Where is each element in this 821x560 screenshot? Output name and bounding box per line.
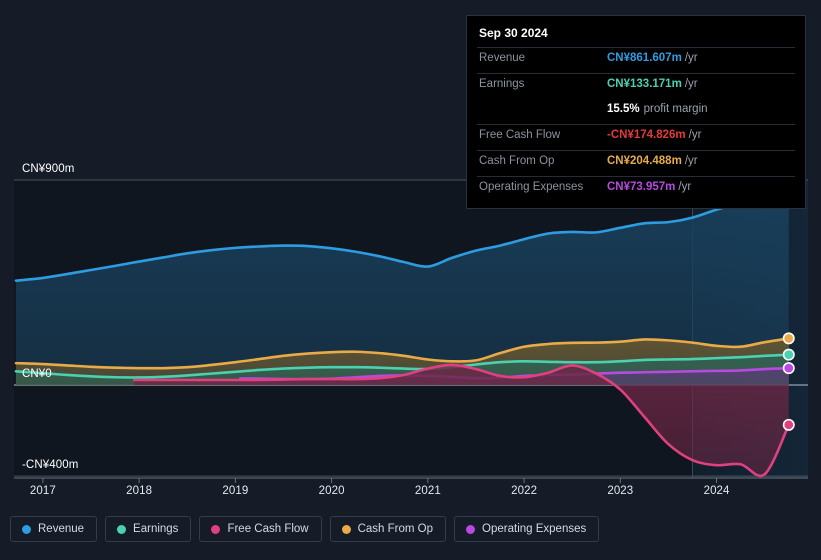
tooltip-row-unit: profit margin	[643, 103, 708, 115]
tooltip-row-value-wrap: 15.5% profit margin	[607, 103, 708, 115]
y-axis-tick-label: CN¥0	[22, 368, 52, 380]
legend-item-label: Operating Expenses	[482, 523, 587, 535]
x-axis-tick-label: 2021	[414, 485, 441, 497]
legend-color-dot-icon	[211, 524, 221, 534]
tooltip-row-unit: /yr	[684, 155, 698, 167]
tooltip-row-label: Revenue	[479, 52, 526, 64]
x-axis-tick-label: 2020	[318, 485, 345, 497]
tooltip-row-value: CN¥73.957m	[607, 181, 676, 193]
x-axis-tick-label: 2024	[703, 485, 730, 497]
endpoint-marker	[782, 418, 795, 431]
legend-color-dot-icon	[341, 524, 351, 534]
tooltip-row-value: CN¥861.607m	[607, 52, 682, 64]
tooltip-row-label: Free Cash Flow	[479, 129, 561, 141]
financial-chart-widget: CN¥900m CN¥0 -CN¥400m 2017 2018 2019 2020 2021 2…	[0, 0, 821, 560]
tooltip-row: Revenue CN¥861.607m/yr	[477, 47, 795, 73]
legend-color-dot-icon	[466, 524, 476, 534]
tooltip-row: Free Cash Flow -CN¥174.826m/yr	[477, 124, 795, 150]
x-axis-tick-label: 2018	[126, 485, 153, 497]
endpoint-marker	[782, 362, 795, 375]
tooltip-row-value: CN¥204.488m	[607, 155, 682, 167]
endpoint-marker	[782, 348, 795, 361]
y-axis-tick-label: -CN¥400m	[22, 459, 79, 472]
tooltip-row-label: Cash From Op	[479, 155, 555, 167]
tooltip-row-value: -CN¥174.826m	[607, 129, 686, 141]
legend-item-free-cash-flow[interactable]: Free Cash Flow	[199, 516, 322, 542]
legend-item-cash-from-op[interactable]: Cash From Op	[329, 516, 447, 542]
legend-item-label: Earnings	[133, 523, 179, 535]
tooltip-row-unit: /yr	[684, 78, 698, 90]
tooltip-row-value: CN¥133.171m	[607, 78, 682, 90]
x-axis-tick-label: 2022	[511, 485, 538, 497]
tooltip-row-value-wrap: CN¥861.607m/yr	[607, 52, 698, 64]
tooltip-row: Earnings CN¥133.171m/yr	[477, 73, 795, 99]
legend-color-dot-icon	[117, 524, 127, 534]
tooltip-row-value-wrap: CN¥133.171m/yr	[607, 78, 698, 90]
legend-item-operating-expenses[interactable]: Operating Expenses	[454, 516, 600, 542]
tooltip-row: Cash From Op CN¥204.488m/yr	[477, 150, 795, 176]
tooltip-date: Sep 30 2024	[479, 26, 548, 40]
legend-item-label: Revenue	[38, 523, 85, 535]
legend-item-earnings[interactable]: Earnings	[105, 516, 192, 542]
tooltip-rows: Revenue CN¥861.607m/yr Earnings CN¥133.171m…	[477, 47, 795, 202]
tooltip-row-value-wrap: CN¥204.488m/yr	[607, 155, 698, 167]
x-axis-tick-label: 2019	[222, 485, 249, 497]
x-axis-tick-label: 2017	[29, 485, 56, 497]
chart-legend[interactable]: Revenue Earnings Free Cash Flow Cash From O…	[10, 516, 600, 542]
tooltip-row-unit: /yr	[678, 181, 692, 193]
tooltip-row: 15.5% profit margin	[477, 99, 795, 124]
legend-color-dot-icon	[22, 524, 31, 534]
endpoint-marker	[782, 332, 795, 345]
tooltip-row-value-wrap: CN¥73.957m/yr	[607, 181, 691, 193]
x-axis-tick-label: 2023	[607, 485, 634, 497]
tooltip-row-unit: /yr	[688, 129, 702, 141]
tooltip-row: Operating Expenses CN¥73.957m/yr	[477, 176, 795, 202]
tooltip-row-unit: /yr	[684, 52, 698, 64]
tooltip-row-value-wrap: -CN¥174.826m/yr	[607, 129, 701, 141]
y-axis-tick-label: CN¥900m	[22, 163, 75, 175]
tooltip-row-value: 15.5%	[607, 103, 640, 115]
data-tooltip: Sep 30 2024 Revenue CN¥861.607m/yr Earning…	[466, 15, 806, 209]
tooltip-row-label: Operating Expenses	[479, 181, 584, 193]
legend-item-label: Free Cash Flow	[227, 523, 309, 535]
legend-item-revenue[interactable]: Revenue	[10, 516, 98, 542]
legend-item-label: Cash From Op	[357, 523, 434, 535]
tooltip-row-label: Earnings	[479, 78, 525, 90]
